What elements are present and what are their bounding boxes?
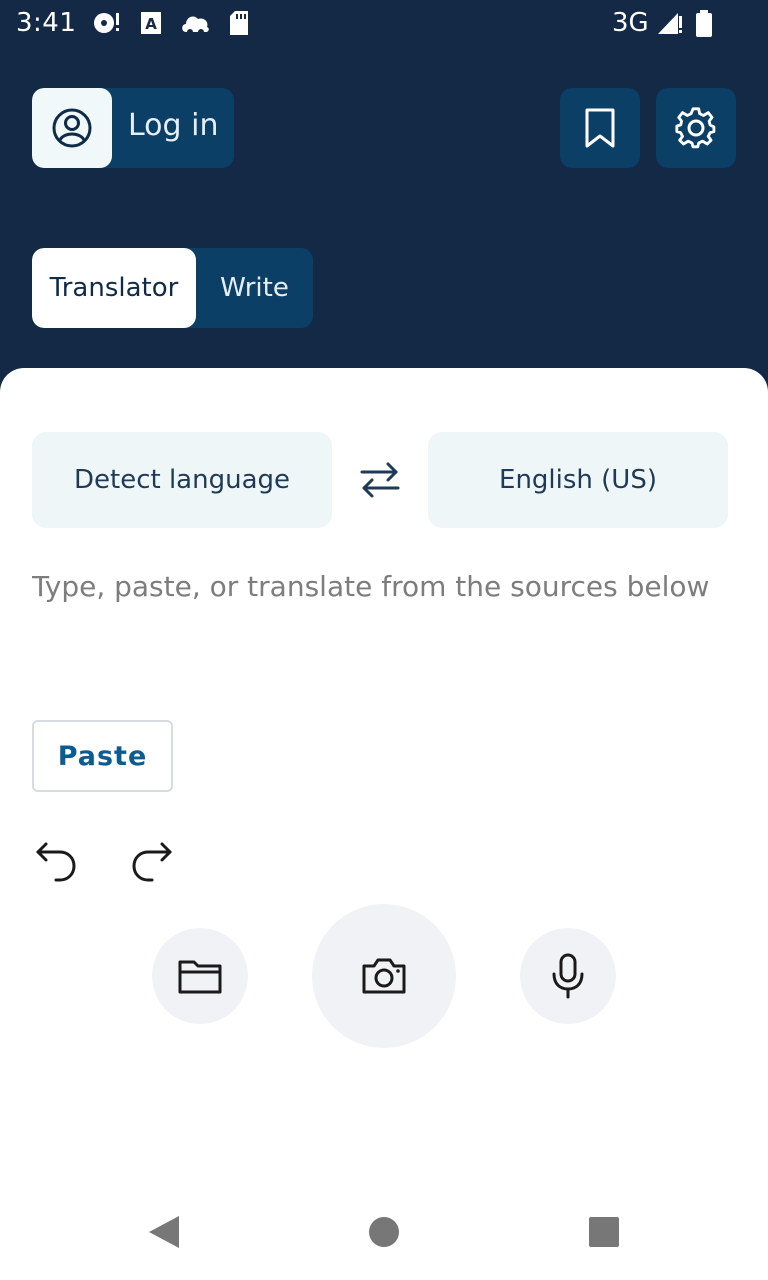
gear-icon bbox=[675, 107, 716, 149]
network-type: 3G bbox=[612, 8, 649, 38]
svg-text:A: A bbox=[145, 15, 157, 33]
account-circle-icon bbox=[32, 88, 112, 168]
nav-back-button[interactable] bbox=[144, 1212, 184, 1252]
source-text-input[interactable] bbox=[32, 556, 742, 616]
nav-home-button[interactable] bbox=[364, 1212, 404, 1252]
swap-languages-button[interactable] bbox=[352, 452, 408, 508]
font-icon: A bbox=[140, 10, 162, 40]
undo-icon bbox=[36, 842, 76, 882]
bookmark-icon bbox=[585, 108, 615, 148]
microphone-button[interactable] bbox=[520, 928, 616, 1024]
target-language-button[interactable]: English (US) bbox=[428, 432, 728, 528]
paste-button[interactable]: Paste bbox=[32, 720, 173, 792]
microphone-icon bbox=[552, 953, 584, 999]
swap-arrows-icon bbox=[360, 462, 400, 498]
mode-tabs: Translator Write bbox=[32, 248, 313, 328]
settings-button[interactable] bbox=[656, 88, 736, 168]
back-icon bbox=[149, 1216, 179, 1248]
battery-icon bbox=[694, 10, 714, 42]
tab-translator[interactable]: Translator bbox=[32, 248, 196, 328]
login-button[interactable]: Log in bbox=[32, 88, 234, 168]
status-time: 3:41 bbox=[16, 8, 77, 38]
camera-button[interactable] bbox=[312, 904, 456, 1048]
media-icon bbox=[92, 10, 122, 40]
source-language-button[interactable]: Detect language bbox=[32, 432, 332, 528]
undo-button[interactable] bbox=[32, 836, 80, 884]
nav-recents-button[interactable] bbox=[584, 1212, 624, 1252]
tab-write[interactable]: Write bbox=[196, 248, 313, 328]
sd-card-icon bbox=[228, 10, 250, 40]
redo-button[interactable] bbox=[128, 836, 176, 884]
login-label: Log in bbox=[128, 108, 219, 143]
cloud-icon bbox=[180, 10, 210, 40]
upload-file-button[interactable] bbox=[152, 928, 248, 1024]
folder-icon bbox=[178, 960, 222, 994]
recents-icon bbox=[589, 1217, 619, 1247]
status-bar: 3:41 A 3G bbox=[0, 0, 768, 48]
header-background bbox=[0, 0, 768, 400]
bookmark-button[interactable] bbox=[560, 88, 640, 168]
camera-icon bbox=[362, 958, 406, 994]
home-icon bbox=[369, 1217, 399, 1247]
signal-icon bbox=[656, 10, 684, 40]
redo-icon bbox=[132, 842, 172, 882]
